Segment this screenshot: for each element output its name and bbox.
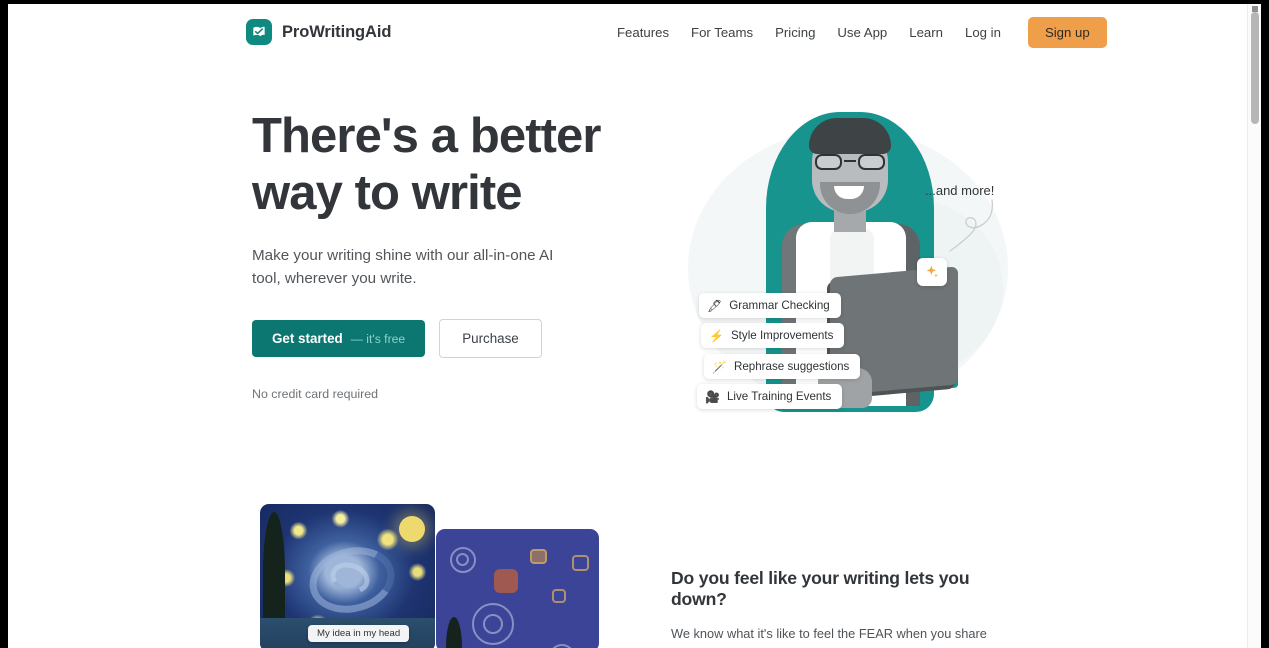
glasses-icon bbox=[814, 154, 886, 170]
feature-chip-rephrase-suggestions: 🪄 Rephrase suggestions bbox=[704, 354, 861, 379]
nav-log-in[interactable]: Log in bbox=[954, 19, 1012, 46]
feature-label: Style Improvements bbox=[730, 329, 834, 342]
browser-viewport: ProWritingAid Features For Teams Pricing… bbox=[8, 4, 1261, 648]
book-check-logo-icon bbox=[246, 19, 272, 45]
get-started-note: — it's free bbox=[350, 332, 406, 346]
feature-label: Rephrase suggestions bbox=[733, 360, 850, 373]
lightning-bolt-icon: ⚡ bbox=[709, 328, 724, 343]
feature-chip-live-training-events: 🎥 Live Training Events bbox=[697, 384, 843, 409]
brand-name: ProWritingAid bbox=[282, 22, 392, 41]
flat-illustration-image bbox=[436, 529, 599, 648]
section-body: We know what it's like to feel the FEAR … bbox=[671, 626, 1005, 648]
cypress-tree bbox=[446, 617, 462, 648]
and-more-callout: ...and more! bbox=[925, 183, 995, 198]
get-started-label: Get started bbox=[272, 331, 343, 346]
movie-camera-icon: 🎥 bbox=[705, 389, 720, 404]
vertical-scrollbar[interactable] bbox=[1247, 4, 1261, 648]
nav-use-app[interactable]: Use App bbox=[826, 19, 898, 46]
brand-logo[interactable]: ProWritingAid bbox=[246, 19, 391, 45]
scrollbar-thumb[interactable] bbox=[1251, 12, 1259, 124]
purchase-button[interactable]: Purchase bbox=[439, 319, 542, 358]
magic-wand-icon: 🪄 bbox=[712, 359, 727, 374]
hero-subtitle: Make your writing shine with our all-in-… bbox=[252, 247, 554, 287]
star-shape bbox=[572, 555, 589, 571]
hero-illustration: ...and more! 🖋 Grammar Checking ⚡ Style … bbox=[668, 110, 1028, 440]
screen-frame: ProWritingAid Features For Teams Pricing… bbox=[0, 0, 1269, 648]
feature-label: Grammar Checking bbox=[729, 299, 830, 312]
nav-for-teams[interactable]: For Teams bbox=[680, 19, 764, 46]
feature-chip-style-improvements: ⚡ Style Improvements bbox=[701, 323, 845, 348]
feather-pen-icon: 🖋 bbox=[707, 298, 723, 313]
feature-label: Live Training Events bbox=[726, 390, 832, 403]
hair bbox=[809, 118, 891, 154]
star-shape bbox=[552, 589, 566, 603]
feature-chip-grammar-checking: 🖋 Grammar Checking bbox=[699, 293, 841, 318]
starry-night-image: My idea in my head bbox=[260, 504, 435, 648]
spiral-shape bbox=[549, 644, 575, 648]
get-started-button[interactable]: Get started — it's free bbox=[252, 320, 426, 357]
section-heading: Do you feel like your writing lets you d… bbox=[671, 568, 970, 609]
callout-curve-icon bbox=[949, 199, 994, 252]
hero-actions: Get started — it's free Purchase bbox=[252, 319, 652, 358]
site-header: ProWritingAid Features For Teams Pricing… bbox=[8, 4, 1253, 60]
section2-copy: Do you feel like your writing lets you d… bbox=[671, 568, 1021, 648]
hero-section: There's a better way to write Make your … bbox=[8, 60, 1253, 480]
nav-learn[interactable]: Learn bbox=[898, 19, 954, 46]
no-credit-card-note: No credit card required bbox=[252, 387, 379, 401]
main-nav: Features For Teams Pricing Use App Learn… bbox=[606, 16, 1107, 48]
star-shape bbox=[530, 549, 547, 564]
sign-up-button[interactable]: Sign up bbox=[1027, 16, 1107, 48]
nav-features[interactable]: Features bbox=[606, 19, 680, 46]
spiral-shape bbox=[456, 553, 469, 566]
nav-pricing[interactable]: Pricing bbox=[764, 19, 826, 46]
moon bbox=[399, 516, 425, 542]
page-title: There's a better way to write bbox=[252, 109, 601, 220]
blob-shape bbox=[494, 569, 518, 593]
hero-copy: There's a better way to write Make your … bbox=[252, 108, 652, 401]
writing-lets-you-down-section: My idea in my head Do you feel like your… bbox=[8, 480, 1253, 648]
spiral-shape bbox=[483, 614, 503, 634]
image-caption: My idea in my head bbox=[308, 625, 410, 642]
